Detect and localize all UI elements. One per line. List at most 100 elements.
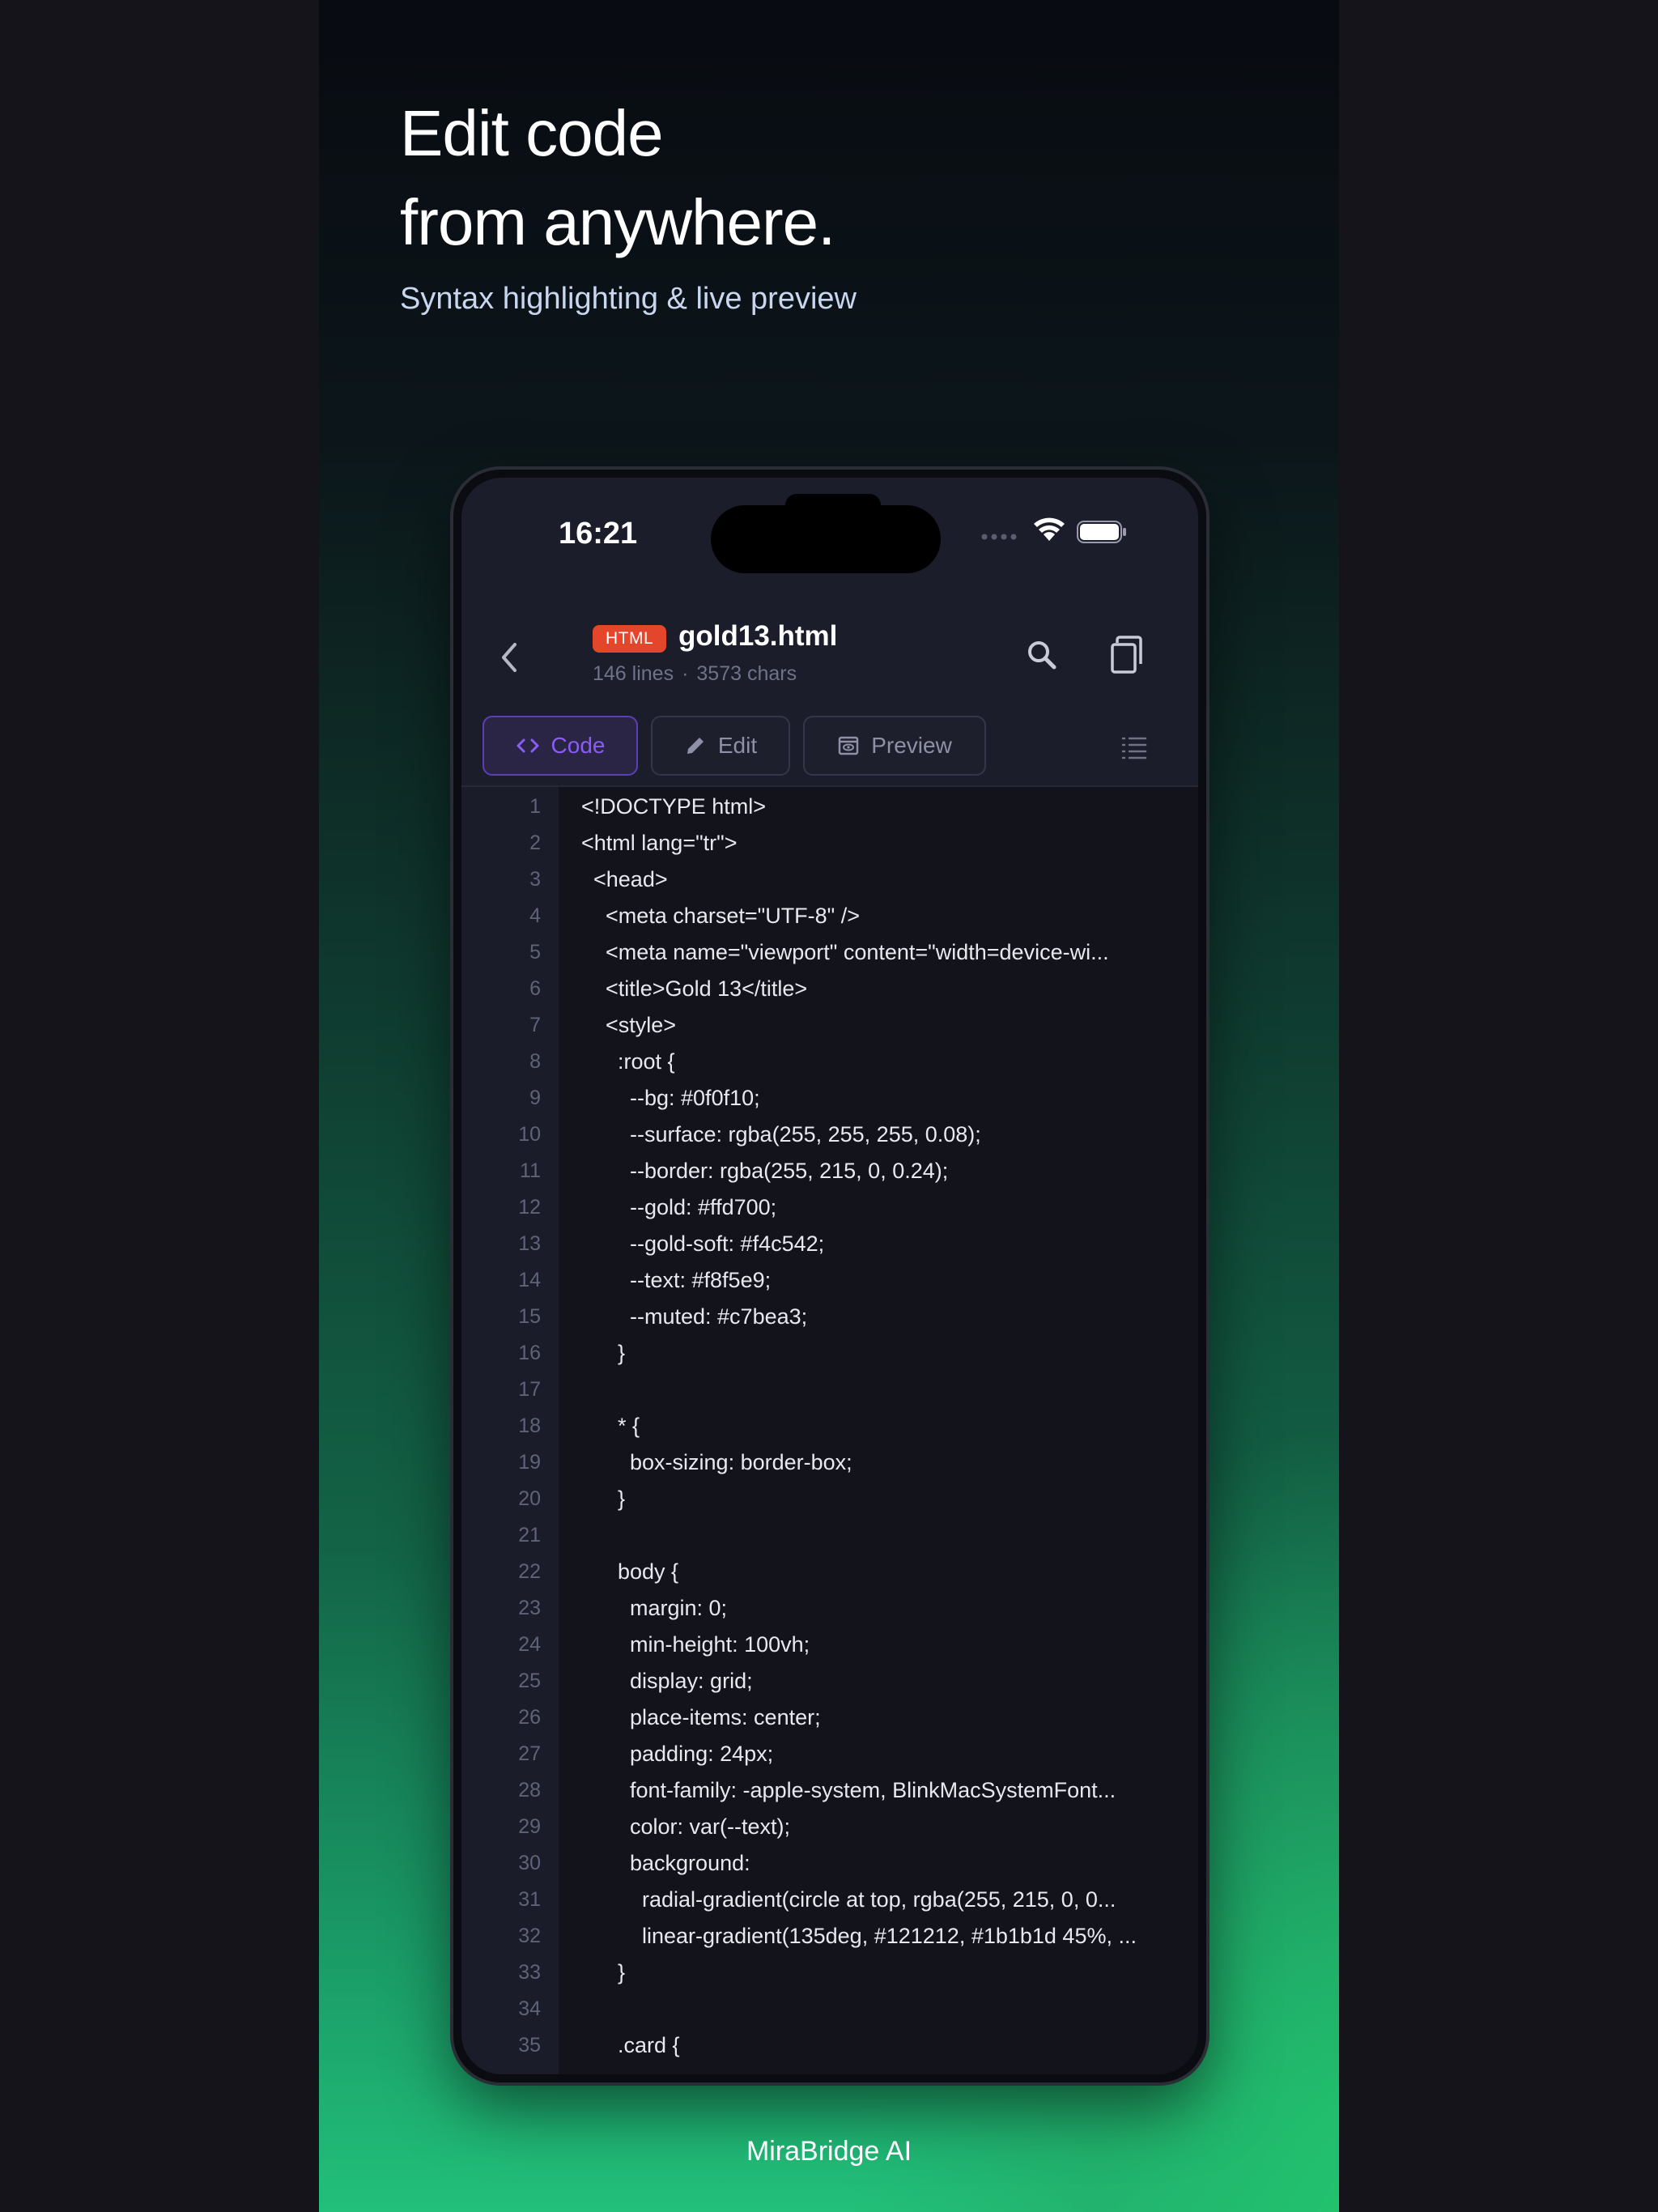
code-text: --text: #f8f5e9; — [581, 1268, 772, 1292]
code-text: } — [581, 1487, 626, 1511]
code-line[interactable]: 16 } — [461, 1335, 1198, 1372]
code-line[interactable]: 11 --border: rgba(255, 215, 0, 0.24); — [461, 1153, 1198, 1189]
code-line[interactable]: 22 body { — [461, 1554, 1198, 1590]
code-line[interactable]: 6 <title>Gold 13</title> — [461, 971, 1198, 1007]
code-text: --bg: #0f0f10; — [581, 1086, 760, 1110]
code-line[interactable]: 29 color: var(--text); — [461, 1809, 1198, 1845]
line-number: 10 — [518, 1123, 541, 1146]
code-text: <head> — [581, 867, 668, 891]
code-line[interactable]: 25 display: grid; — [461, 1663, 1198, 1699]
code-line[interactable]: 13 --gold-soft: #f4c542; — [461, 1226, 1198, 1262]
code-line[interactable]: 5 <meta name="viewport" content="width=d… — [461, 934, 1198, 971]
code-text: .card { — [581, 2033, 680, 2057]
code-text: * { — [581, 1414, 640, 1438]
code-line[interactable]: 19 box-sizing: border-box; — [461, 1444, 1198, 1481]
code-text: <html lang="tr"> — [581, 831, 738, 855]
code-line[interactable]: 35 .card { — [461, 2027, 1198, 2064]
code-text: } — [581, 1960, 626, 1984]
copy-icon — [1111, 636, 1142, 674]
code-text: min-height: 100vh; — [581, 1632, 810, 1657]
code-text: --gold-soft: #f4c542; — [581, 1231, 825, 1256]
code-line[interactable]: 34 — [461, 1991, 1198, 2027]
copy-button[interactable] — [1109, 635, 1145, 675]
code-line[interactable]: 2 <html lang="tr"> — [461, 825, 1198, 861]
line-number: 12 — [518, 1196, 541, 1219]
code-text: margin: 0; — [581, 1596, 728, 1620]
code-text: display: grid; — [581, 1669, 753, 1693]
line-count: 146 lines — [593, 662, 674, 685]
battery-icon — [1077, 521, 1126, 543]
line-number: 2 — [529, 832, 541, 854]
code-line[interactable]: 18 * { — [461, 1408, 1198, 1444]
code-line[interactable]: 8 :root { — [461, 1044, 1198, 1080]
code-text: linear-gradient(135deg, #121212, #1b1b1d… — [581, 1924, 1137, 1948]
brand-name: MiraBridge AI — [746, 2136, 912, 2167]
line-number: 27 — [518, 1742, 541, 1765]
code-line[interactable]: 1 <!DOCTYPE html> — [461, 789, 1198, 825]
code-line[interactable]: 28 font-family: -apple-system, BlinkMacS… — [461, 1772, 1198, 1809]
code-editor[interactable]: 1 <!DOCTYPE html> 2 <html lang="tr"> 3 <head… — [461, 787, 1198, 2074]
file-type-badge: HTML — [593, 625, 667, 653]
code-line[interactable]: 12 --gold: #ffd700; — [461, 1189, 1198, 1226]
back-button[interactable] — [494, 640, 526, 675]
line-number: 28 — [518, 1779, 541, 1802]
code-brackets-icon — [517, 738, 539, 753]
outline-button[interactable] — [1120, 734, 1148, 761]
line-number: 7 — [529, 1014, 541, 1036]
code-text: font-family: -apple-system, BlinkMacSyst… — [581, 1778, 1116, 1802]
line-number: 22 — [518, 1560, 541, 1583]
tab-preview[interactable]: Preview — [803, 716, 986, 776]
code-text: color: var(--text); — [581, 1814, 791, 1839]
code-line[interactable]: 23 margin: 0; — [461, 1590, 1198, 1627]
code-line[interactable]: 9 --bg: #0f0f10; — [461, 1080, 1198, 1117]
line-number: 24 — [518, 1633, 541, 1656]
code-line[interactable]: 33 } — [461, 1955, 1198, 1991]
line-number: 20 — [518, 1487, 541, 1510]
chevron-left-icon — [502, 643, 517, 672]
wifi-icon — [1034, 517, 1065, 541]
search-icon — [1028, 641, 1056, 670]
search-button[interactable] — [1023, 636, 1061, 674]
file-header: HTML gold13.html 146 lines · 3573 chars — [461, 599, 1198, 709]
code-line[interactable]: 20 } — [461, 1481, 1198, 1517]
cellular-signal-icon — [981, 534, 1017, 540]
code-line[interactable]: 4 <meta charset="UTF-8" /> — [461, 898, 1198, 934]
headline-line-1: Edit code — [400, 97, 664, 169]
code-line[interactable]: 24 min-height: 100vh; — [461, 1627, 1198, 1663]
tab-preview-label: Preview — [871, 733, 952, 758]
subheadline: Syntax highlighting & live preview — [400, 282, 857, 316]
code-text: :root { — [581, 1049, 675, 1074]
code-text: --gold: #ffd700; — [581, 1195, 777, 1219]
line-number: 31 — [518, 1888, 541, 1911]
code-line[interactable]: 15 --muted: #c7bea3; — [461, 1299, 1198, 1335]
code-line[interactable]: 27 padding: 24px; — [461, 1736, 1198, 1772]
line-number: 35 — [518, 2034, 541, 2057]
code-line[interactable]: 26 place-items: center; — [461, 1699, 1198, 1736]
code-text: body { — [581, 1559, 679, 1584]
code-text: <meta name="viewport" content="width=dev… — [581, 940, 1109, 964]
code-line[interactable]: 17 — [461, 1372, 1198, 1408]
code-text: <style> — [581, 1013, 677, 1037]
code-line[interactable]: 14 --text: #f8f5e9; — [461, 1262, 1198, 1299]
code-line[interactable]: 7 <style> — [461, 1007, 1198, 1044]
line-number: 25 — [518, 1670, 541, 1692]
code-line[interactable]: 21 — [461, 1517, 1198, 1554]
line-number: 26 — [518, 1706, 541, 1729]
code-line[interactable]: 32 linear-gradient(135deg, #121212, #1b1… — [461, 1918, 1198, 1955]
tab-code[interactable]: Code — [483, 716, 638, 776]
code-line[interactable]: 10 --surface: rgba(255, 255, 255, 0.08); — [461, 1117, 1198, 1153]
code-text: <meta charset="UTF-8" /> — [581, 904, 861, 928]
line-number: 29 — [518, 1815, 541, 1838]
file-stats: 146 lines · 3573 chars — [593, 662, 797, 686]
line-number: 4 — [529, 904, 541, 927]
headline-line-2: from anywhere. — [400, 186, 835, 258]
tab-edit-label: Edit — [717, 733, 758, 758]
line-number: 23 — [518, 1597, 541, 1619]
code-text: background: — [581, 1851, 750, 1875]
line-number: 5 — [529, 941, 541, 963]
code-text: place-items: center; — [581, 1705, 821, 1729]
code-line[interactable]: 31 radial-gradient(circle at top, rgba(2… — [461, 1882, 1198, 1918]
code-line[interactable]: 30 background: — [461, 1845, 1198, 1882]
tab-edit[interactable]: Edit — [651, 716, 790, 776]
code-line[interactable]: 3 <head> — [461, 861, 1198, 898]
